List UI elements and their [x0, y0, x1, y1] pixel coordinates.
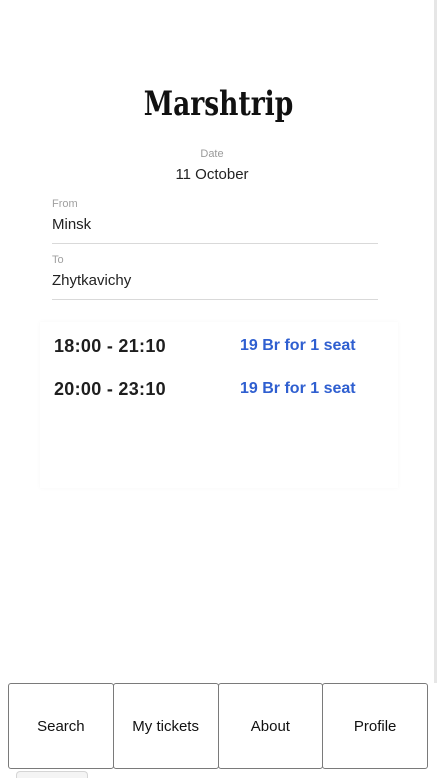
- results-list: 18:00 - 21:10 19 Br for 1 seat 20:00 - 2…: [40, 322, 398, 488]
- nav-my-tickets-button[interactable]: My tickets: [112, 683, 219, 769]
- trip-result-row[interactable]: 20:00 - 23:10 19 Br for 1 seat: [54, 379, 384, 403]
- to-input[interactable]: Zhytkavichy: [52, 272, 378, 289]
- trip-price-link[interactable]: 19 Br for 1 seat: [240, 380, 356, 398]
- date-value[interactable]: 11 October: [150, 166, 274, 183]
- to-label: To: [52, 254, 64, 266]
- bottom-nav: Search My tickets About Profile: [8, 683, 428, 769]
- app-title: Marshtrip: [143, 84, 294, 124]
- nav-profile-button[interactable]: Profile: [322, 683, 428, 769]
- date-label: Date: [200, 148, 224, 160]
- trip-time: 20:00 - 23:10: [54, 379, 166, 399]
- trip-result-row[interactable]: 18:00 - 21:10 19 Br for 1 seat: [54, 336, 384, 360]
- nav-about-button[interactable]: About: [217, 683, 324, 769]
- trip-time: 18:00 - 21:10: [54, 336, 166, 356]
- date-picker[interactable]: Date 11 October: [150, 148, 274, 183]
- from-input[interactable]: Minsk: [52, 216, 378, 233]
- nav-search-button[interactable]: Search: [8, 683, 114, 769]
- from-label: From: [52, 198, 78, 210]
- from-field[interactable]: From Minsk: [52, 198, 378, 244]
- to-field[interactable]: To Zhytkavichy: [52, 254, 378, 300]
- trip-price-link[interactable]: 19 Br for 1 seat: [240, 337, 356, 355]
